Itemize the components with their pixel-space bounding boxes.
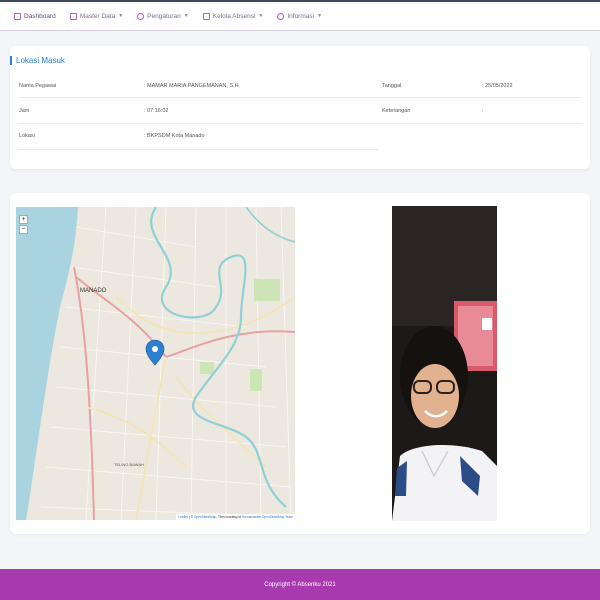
nav-dashboard[interactable]: Dashboard xyxy=(14,12,56,20)
nav-pengaturan-label: Pengaturan xyxy=(147,12,181,20)
nav-kelola-absensi-label: Kelola Absensi xyxy=(212,12,256,20)
gear-icon xyxy=(137,12,145,20)
chevron-down-icon: ▼ xyxy=(317,13,323,19)
park-area xyxy=(200,362,214,374)
jam-label: Jam xyxy=(19,108,30,114)
tanggal-label: Tanggal xyxy=(382,83,402,89)
sea-area xyxy=(16,207,78,520)
zoom-in-button[interactable]: + xyxy=(19,215,28,224)
nama-pegawai-label: Nama Pegawai xyxy=(19,83,57,89)
park-area xyxy=(254,279,280,301)
location-map[interactable]: MANADO TELING BAWAH + − Leaflet | © Open… xyxy=(16,207,295,520)
lokasi-label: Lokasi xyxy=(19,133,35,139)
database-icon xyxy=(69,12,77,20)
nav-pengaturan[interactable]: Pengaturan ▼ xyxy=(137,12,189,20)
selfie-image xyxy=(392,206,497,521)
top-navbar: Dashboard Master Data ▼ Pengaturan ▼ Kel… xyxy=(0,2,600,31)
row-divider xyxy=(18,97,582,98)
map-district-label: TELING BAWAH xyxy=(114,462,144,467)
street-grid xyxy=(40,207,295,520)
leaflet-link[interactable]: Leaflet xyxy=(178,515,188,519)
keterangan-value: : xyxy=(482,108,484,114)
nav-informasi-label: Informasi xyxy=(287,12,315,20)
nav-master-data-label: Master Data xyxy=(79,12,116,20)
park-area xyxy=(250,369,262,391)
hot-link[interactable]: Humanitarian OpenStreetMap Team xyxy=(242,515,293,519)
chevron-down-icon: ▼ xyxy=(183,13,189,19)
lokasi-value: : BKPSDM Kota Manado xyxy=(144,133,205,139)
row-divider xyxy=(18,149,378,150)
river xyxy=(245,207,295,243)
secondary-roads xyxy=(85,296,295,520)
chevron-down-icon: ▼ xyxy=(258,13,264,19)
nav-master-data[interactable]: Master Data ▼ xyxy=(69,12,124,20)
nav-kelola-absensi[interactable]: Kelola Absensi ▼ xyxy=(202,12,264,20)
tiles-text: Tiles courtesy of xyxy=(218,515,242,519)
keterangan-label: Keterangan xyxy=(382,108,411,114)
osm-link[interactable]: OpenStreetMap xyxy=(194,515,217,519)
attendance-photo xyxy=(392,206,497,521)
nama-pegawai-value: : MAMAR MARIA PANGEMANAN, S.H xyxy=(144,83,239,89)
map-photo-card: MANADO TELING BAWAH + − Leaflet | © Open… xyxy=(10,193,590,534)
jam-value: : 07:16:02 xyxy=(144,108,169,114)
footer: Copyright © Absenku 2021 xyxy=(0,569,600,600)
info-icon xyxy=(277,12,285,20)
nav-dashboard-label: Dashboard xyxy=(24,12,56,20)
map-city-label: MANADO xyxy=(80,288,107,294)
chevron-down-icon: ▼ xyxy=(118,13,124,19)
lokasi-masuk-card: Lokasi Masuk Nama Pegawai : MAMAR MARIA … xyxy=(10,46,590,169)
footer-copyright: Copyright © Absenku 2021 xyxy=(264,581,336,588)
dashboard-icon xyxy=(14,12,21,20)
major-roads xyxy=(73,266,295,520)
row-divider xyxy=(18,123,582,124)
tanggal-value: : 25/05/2022 xyxy=(482,83,513,89)
nav-informasi[interactable]: Informasi ▼ xyxy=(277,12,323,20)
map-tiles: MANADO TELING BAWAH xyxy=(16,207,295,520)
zoom-out-button[interactable]: − xyxy=(19,225,28,234)
map-attribution: Leaflet | © OpenStreetMap, Tiles courtes… xyxy=(176,514,295,520)
clipboard-icon xyxy=(202,12,210,20)
card-title: Lokasi Masuk xyxy=(10,56,65,65)
river xyxy=(150,207,287,508)
